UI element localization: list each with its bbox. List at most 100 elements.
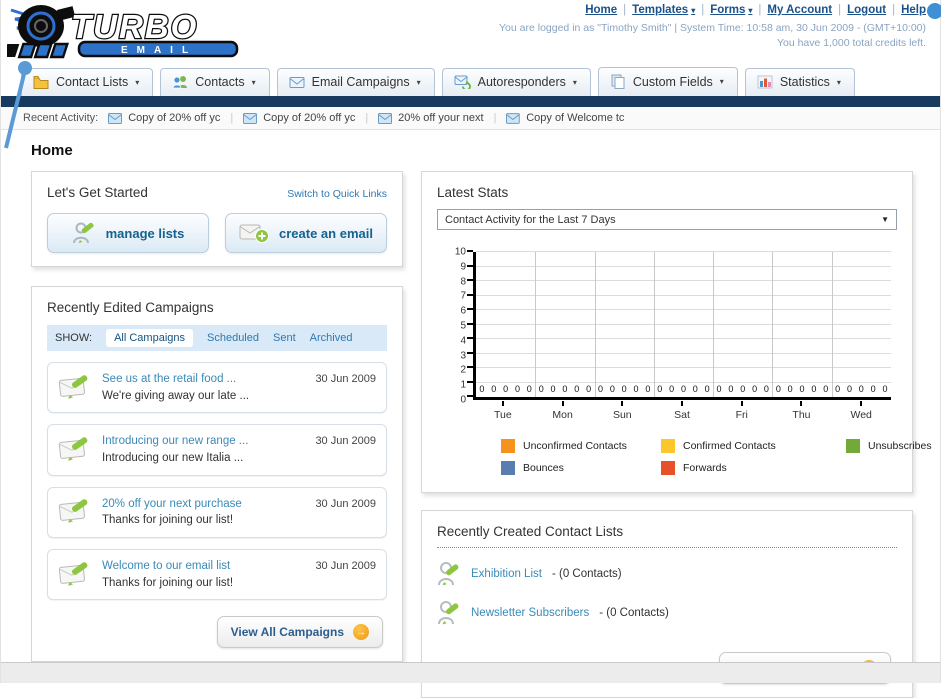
person-pencil-icon	[438, 562, 459, 586]
envelope-icon	[243, 112, 258, 124]
legend-swatch	[661, 439, 675, 453]
contact-list-count: - (0 Contacts)	[599, 606, 669, 619]
campaign-title-link[interactable]: Welcome to our email list	[102, 558, 305, 575]
chevron-down-icon: ▾	[719, 77, 724, 86]
get-started-title: Let's Get Started	[47, 185, 148, 200]
envelope-icon	[289, 76, 305, 88]
tab-email-campaigns[interactable]: Email Campaigns ▾	[276, 68, 435, 96]
contact-list-item: Newsletter Subscribers - (0 Contacts)	[437, 599, 897, 626]
campaign-date: 30 Jun 2009	[315, 435, 376, 448]
tab-autoresponders[interactable]: Autoresponders ▾	[441, 68, 591, 96]
campaigns-title: Recently Edited Campaigns	[47, 300, 214, 315]
nav-link-templates[interactable]: Templates ▾	[632, 4, 695, 16]
nav-separator: |	[758, 4, 762, 16]
tab-label: Custom Fields	[632, 74, 713, 89]
campaign-title-link[interactable]: 20% off your next purchase	[102, 496, 305, 513]
contact-list-count: - (0 Contacts)	[551, 567, 622, 580]
login-info: You are logged in as "Timothy Smith" | S…	[499, 21, 926, 51]
campaign-row[interactable]: See us at the retail food ... We're givi…	[47, 362, 387, 414]
campaign-subtitle: We're giving away our late ...	[102, 389, 250, 402]
contact-list-link[interactable]: Exhibition List	[471, 568, 542, 580]
recent-activity-item[interactable]: 20% off your next	[378, 112, 484, 124]
recent-activity-item[interactable]: Copy of 20% off yc	[243, 112, 355, 124]
chart-value-group: 00000	[657, 384, 710, 394]
legend-item: Unconfirmed Contacts	[501, 439, 661, 453]
nav-link-help[interactable]: Help	[901, 4, 926, 16]
header: TURBO EMAIL Home | Templates ▾ | Forms ▾ |…	[1, 0, 941, 65]
y-axis-tick-label: 2	[460, 364, 466, 376]
campaign-title-link[interactable]: See us at the retail food ...	[102, 371, 305, 388]
chevron-down-icon: ▾	[135, 77, 140, 87]
recently-edited-campaigns-panel: Recently Edited Campaigns SHOW: All Camp…	[31, 286, 403, 663]
nav-link-logout[interactable]: Logout	[847, 4, 886, 16]
contact-list-link[interactable]: Newsletter Subscribers	[471, 607, 589, 619]
campaign-date: 30 Jun 2009	[315, 497, 376, 510]
stats-report-selected-value: Contact Activity for the Last 7 Days	[445, 213, 616, 226]
x-axis-tick-label: Tue	[473, 401, 533, 421]
legend-swatch	[501, 439, 515, 453]
nav-separator: |	[623, 4, 627, 16]
tab-label: Autoresponders	[477, 75, 566, 89]
campaign-row[interactable]: Welcome to our email list Thanks for joi…	[47, 549, 387, 601]
envelope-icon	[506, 112, 521, 124]
footer-strip	[1, 662, 940, 683]
campaign-row[interactable]: 20% off your next purchase Thanks for jo…	[47, 486, 387, 539]
login-status-text: You are logged in as "Timothy Smith" | S…	[499, 22, 926, 34]
campaign-row[interactable]: Introducing our new range ... Introducin…	[47, 424, 387, 476]
filter-all-campaigns[interactable]: All Campaigns	[106, 329, 193, 347]
credits-text: You have 1,000 total credits left.	[776, 37, 926, 50]
switch-quick-links-link[interactable]: Switch to Quick Links	[287, 188, 387, 200]
get-started-panel: Let's Get Started Switch to Quick Links …	[31, 171, 403, 267]
latest-stats-panel: Latest Stats Contact Activity for the La…	[421, 171, 932, 493]
filter-scheduled[interactable]: Scheduled	[207, 332, 259, 344]
logo-text-primary: TURBO	[71, 8, 198, 45]
app-logo[interactable]: TURBO EMAIL	[3, 2, 269, 65]
y-axis-tick-label: 6	[460, 305, 466, 317]
nav-link-forms[interactable]: Forms ▾	[710, 4, 752, 16]
help-bubble-icon[interactable]	[927, 3, 941, 19]
nav-separator: |	[838, 4, 842, 16]
y-axis-tick-label: 5	[460, 320, 466, 332]
chart-value-group: 00000	[597, 384, 651, 394]
tab-contact-lists[interactable]: Contact Lists ▾	[21, 68, 154, 96]
chart-value-group: 00000	[716, 384, 769, 394]
envelope-refresh-icon	[454, 75, 471, 89]
main-nav-tabs: Contact Lists ▾ Contacts ▾ Email Campaig…	[1, 62, 940, 96]
create-email-button[interactable]: create an email	[225, 213, 387, 253]
chart-value-group: 00000	[538, 384, 592, 394]
campaign-title-link[interactable]: Introducing our new range ...	[102, 433, 305, 450]
tab-label: Statistics	[779, 75, 830, 89]
nav-link-my-account[interactable]: My Account	[767, 4, 832, 16]
turbo-email-logo-graphic: TURBO EMAIL	[3, 5, 239, 59]
envelope-edit-icon	[58, 374, 88, 399]
manage-lists-button[interactable]: manage lists	[47, 213, 209, 253]
people-icon	[172, 76, 188, 89]
tab-statistics[interactable]: Statistics ▾	[744, 68, 855, 96]
logo-text-secondary: EMAIL	[121, 45, 197, 56]
campaign-subtitle: Thanks for joining our list!	[102, 576, 234, 589]
stats-report-select[interactable]: Contact Activity for the Last 7 Days ▼	[437, 209, 897, 230]
filter-archived[interactable]: Archived	[310, 332, 353, 344]
create-email-label: create an email	[279, 225, 373, 241]
view-all-campaigns-button[interactable]: View All Campaigns →	[216, 616, 383, 649]
x-axis-tick-label: Fri	[712, 401, 772, 421]
x-axis-tick-label: Thu	[772, 401, 832, 421]
recent-activity-item[interactable]: Copy of Welcome tc	[506, 112, 624, 124]
tab-label: Contact Lists	[56, 75, 129, 89]
stats-chart-x-labels: Tue Mon Sun Sat Fri Thu Wed	[473, 401, 891, 421]
campaigns-filter-bar: SHOW: All Campaigns Scheduled Sent Archi…	[47, 325, 387, 351]
tab-label: Contacts	[195, 75, 245, 89]
nav-separator: |	[701, 4, 705, 16]
tab-contacts[interactable]: Contacts ▾	[160, 68, 270, 96]
chart-value-group: 00000	[775, 384, 829, 394]
y-axis-tick-label: 7	[460, 290, 466, 302]
y-axis-tick-label: 3	[460, 350, 466, 362]
tab-custom-fields[interactable]: Custom Fields ▾	[597, 67, 738, 96]
legend-item: Forwards	[661, 461, 846, 475]
bar-chart-icon	[757, 75, 773, 89]
recent-activity-item[interactable]: Copy of 20% off yc	[108, 112, 220, 124]
filter-sent[interactable]: Sent	[273, 332, 296, 344]
nav-link-home[interactable]: Home	[585, 4, 617, 16]
stats-chart-y-axis: 0 1 2 3 4 5 6 7 8 9 10	[445, 247, 473, 406]
latest-stats-title: Latest Stats	[437, 185, 509, 200]
